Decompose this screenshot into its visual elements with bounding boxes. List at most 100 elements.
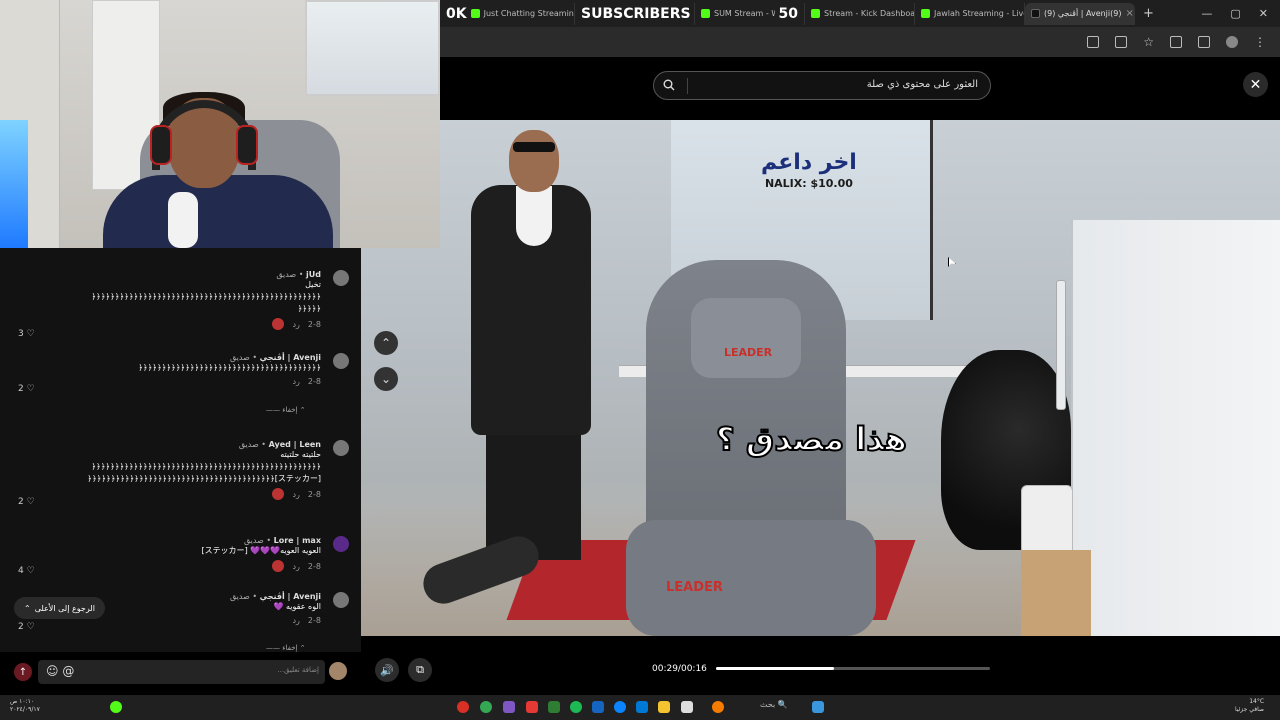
reply-input[interactable]: ☺ @ إضافة تعليق... — [38, 660, 325, 684]
close-tab-icon[interactable]: × — [1125, 8, 1133, 19]
profile-avatar[interactable] — [1226, 36, 1238, 48]
tray-icon[interactable] — [110, 701, 122, 713]
avatar[interactable] — [333, 536, 349, 552]
tab-just-chatting[interactable]: 0K Just Chatting Streamin — [440, 2, 575, 25]
comment-user[interactable]: Avenji | أڤنجي — [260, 592, 321, 601]
progress-fill — [716, 667, 834, 670]
new-tab-button[interactable]: + — [1135, 6, 1162, 21]
search-input[interactable]: العثور على محتوى ذي صلة — [867, 79, 978, 90]
supporter-line: NALIX: $10.00 — [764, 177, 853, 190]
avatar[interactable] — [333, 353, 349, 369]
person-head — [509, 130, 559, 192]
like-button[interactable]: 2 ♡ — [18, 384, 35, 394]
overlay-count: 50 — [778, 5, 798, 22]
edge-icon[interactable] — [614, 701, 626, 713]
reply-link[interactable]: رد — [292, 616, 299, 625]
like-count: 4 — [18, 566, 24, 576]
send-button[interactable]: ↑ — [14, 663, 32, 681]
like-count: 2 — [18, 384, 24, 394]
avatar[interactable] — [329, 662, 347, 680]
video-player[interactable]: LEADER LEADER اخر داعم NALIX: $10.00 هذا… — [361, 120, 1280, 636]
webcam-overlay — [0, 0, 440, 248]
like-button[interactable]: 2 ♡ — [18, 622, 35, 632]
tab-label: SUM Stream - Watch L — [714, 9, 775, 18]
close-window-button[interactable]: ✕ — [1259, 7, 1268, 20]
tab-sum-stream[interactable]: SUM Stream - Watch L 50 — [695, 2, 805, 25]
comment-meta: Ayed | Leen • صديق — [238, 440, 321, 449]
comment-date: 2-8 — [307, 616, 321, 625]
taskbar-clock[interactable]: ١٠:١٠ ص ٢٠٢٤/٠٩/١٧ — [10, 698, 40, 714]
reply-link[interactable]: رد — [292, 377, 299, 386]
comment-date: 2-8 — [307, 561, 321, 571]
kick-icon — [701, 9, 710, 18]
extensions-icon[interactable] — [1170, 36, 1182, 48]
comment-tag: صديق — [243, 536, 264, 545]
like-count: 2 — [18, 497, 24, 507]
hide-replies-button[interactable]: —— إخفاء ⌃ — [266, 406, 306, 414]
comment: jUd • صديق تخيل ﴿﴿﴿﴿﴿﴿﴿﴿﴿﴿﴿﴿﴿﴿﴿﴿﴿﴿﴿﴿﴿﴿﴿﴿… — [1, 270, 349, 330]
taskbar-search[interactable]: 🔍 بحث — [760, 700, 788, 709]
volume-button[interactable]: 🔊 — [375, 658, 399, 682]
comment-footer: رد 2-8 — [1, 318, 321, 330]
comments-panel[interactable]: jUd • صديق تخيل ﴿﴿﴿﴿﴿﴿﴿﴿﴿﴿﴿﴿﴿﴿﴿﴿﴿﴿﴿﴿﴿﴿﴿﴿… — [0, 248, 361, 652]
minimize-button[interactable]: — — [1201, 7, 1212, 20]
search-bar[interactable]: العثور على محتوى ذي صلة — [653, 71, 991, 100]
excel-icon[interactable] — [548, 701, 560, 713]
hide-label: إخفاء — [282, 406, 298, 414]
maximize-button[interactable]: ▢ — [1230, 7, 1240, 20]
comment-user[interactable]: Ayed | Leen — [269, 440, 321, 449]
person-legs — [486, 420, 581, 560]
mouse-cursor — [948, 257, 956, 267]
comment-tag: صديق — [238, 440, 259, 449]
like-button[interactable]: 4 ♡ — [18, 566, 35, 576]
comment-footer: رد 2-8 — [1, 377, 321, 386]
translate-icon[interactable] — [1087, 36, 1100, 48]
task-view-icon[interactable] — [681, 701, 693, 713]
tab-kick-dashboard[interactable]: Stream - Kick Dashboar × — [805, 2, 915, 25]
back-to-top-button[interactable]: ⌃ الرجوع إلى الأعلى — [14, 597, 105, 619]
app-icon[interactable] — [526, 701, 538, 713]
comment-date: 2-8 — [307, 377, 321, 386]
media-icon[interactable] — [1198, 36, 1210, 48]
reply-link[interactable]: رد — [292, 562, 299, 571]
reply-link[interactable]: رد — [292, 490, 299, 499]
avatar[interactable] — [333, 592, 349, 608]
close-button[interactable]: ✕ — [1243, 72, 1268, 97]
reply-link[interactable]: رد — [292, 320, 299, 329]
progress-bar[interactable] — [716, 667, 990, 670]
spotify-icon[interactable] — [570, 701, 582, 713]
tab-jawlah[interactable]: Jawlah Streaming - Live × — [915, 2, 1025, 25]
star-icon[interactable]: ☆ — [1143, 35, 1154, 49]
like-button[interactable]: 2 ♡ — [18, 497, 35, 507]
overlay-subscribers: SUBSCRIBERS — [581, 5, 691, 22]
avatar[interactable] — [333, 440, 349, 456]
next-video-button[interactable]: ⌄ — [374, 367, 398, 391]
app-icon[interactable] — [592, 701, 604, 713]
chrome-icon[interactable] — [480, 701, 492, 713]
like-button[interactable]: 3 ♡ — [18, 329, 35, 339]
hide-replies-button[interactable]: —— إخفاء ⌃ — [266, 644, 306, 652]
chair-pillow — [691, 298, 801, 378]
tab-label: Just Chatting Streamin — [483, 9, 574, 18]
app-icon[interactable] — [457, 701, 469, 713]
tab-subscribers[interactable]: SUBSCRIBERS — [575, 2, 695, 25]
avatar[interactable] — [333, 270, 349, 286]
webcam-window — [305, 0, 440, 96]
store-icon[interactable] — [636, 701, 648, 713]
emoji-mention-icons[interactable]: ☺ @ — [46, 664, 74, 678]
cast-icon[interactable] — [1115, 36, 1128, 48]
comment-user[interactable]: Lore | max — [274, 536, 321, 545]
comment-user[interactable]: Avenji | أڤنجي — [260, 353, 321, 362]
picture-in-picture-button[interactable]: ⧉ — [408, 658, 432, 682]
headset-earcup — [236, 125, 258, 165]
taskbar-weather[interactable]: 14°C صافي جزئيا — [1235, 698, 1264, 714]
comment-user[interactable]: jUd — [306, 270, 321, 279]
windows-start-icon[interactable] — [812, 701, 824, 713]
back-to-top-label: الرجوع إلى الأعلى — [34, 603, 95, 613]
app-icon[interactable] — [503, 701, 515, 713]
folder-icon[interactable] — [658, 701, 670, 713]
previous-video-button[interactable]: ⌃ — [374, 331, 398, 355]
menu-icon[interactable]: ⋮ — [1254, 35, 1266, 49]
tab-tiktok-avenji[interactable]: (9) أڤنجي | Avenji(9) × — [1025, 2, 1135, 25]
app-icon[interactable] — [712, 701, 724, 713]
